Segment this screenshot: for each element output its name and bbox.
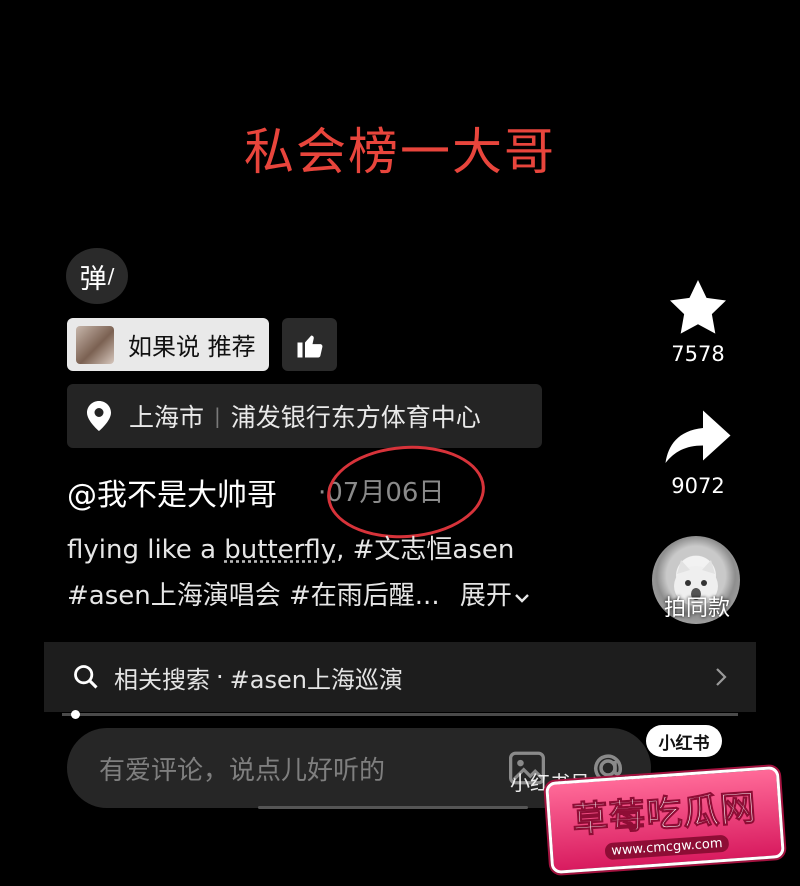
site-watermark-name: 草莓吃瓜网 bbox=[570, 787, 759, 842]
share-count: 9072 bbox=[671, 474, 725, 498]
chevron-right-icon bbox=[716, 668, 727, 686]
location-chip[interactable]: 上海市 | 浦发银行东方体育中心 bbox=[67, 384, 542, 448]
post-description-line1: flying like a butterfly, #文志恒asen bbox=[67, 529, 514, 566]
location-place: 浦发银行东方体育中心 bbox=[230, 403, 481, 432]
xiaohongshu-badge: 小红书 bbox=[646, 725, 722, 757]
favorite-count: 7578 bbox=[671, 342, 725, 366]
home-indicator bbox=[258, 806, 528, 809]
thumbs-up-button[interactable] bbox=[282, 318, 337, 371]
desc-hashtag[interactable]: , #文志恒asen bbox=[336, 535, 514, 565]
related-search-bar[interactable]: 相关搜索 · #asen上海巡演 bbox=[44, 642, 756, 712]
share-arrow-icon bbox=[665, 410, 731, 463]
related-search-query: #asen上海巡演 bbox=[229, 665, 403, 694]
post-description-line2: #asen上海演唱会 #在雨后醒... 展开 bbox=[67, 575, 530, 612]
desc-hashtags[interactable]: #asen上海演唱会 #在雨后醒... bbox=[67, 581, 440, 611]
search-icon bbox=[74, 665, 98, 689]
avatar bbox=[76, 325, 114, 364]
danmaku-toggle-button[interactable]: 弹 / bbox=[66, 248, 128, 304]
location-pin-icon bbox=[87, 401, 111, 431]
progress-handle[interactable] bbox=[71, 710, 81, 719]
headline-caption: 私会榜一大哥 bbox=[244, 123, 556, 181]
thumbs-up-icon bbox=[297, 335, 322, 357]
recommend-label: 如果说 推荐 bbox=[128, 333, 256, 361]
location-city: 上海市 bbox=[129, 403, 205, 432]
related-search-dot: · bbox=[216, 663, 224, 691]
video-progress-bar[interactable] bbox=[62, 713, 738, 716]
desc-link[interactable]: butterfly bbox=[224, 535, 336, 565]
star-icon bbox=[670, 280, 726, 334]
comment-placeholder: 有爱评论，说点儿好听的 bbox=[99, 755, 386, 786]
share-button[interactable]: 9072 bbox=[660, 408, 736, 498]
author-name[interactable]: @我不是大帅哥 bbox=[67, 470, 277, 514]
related-search-prefix: 相关搜索 bbox=[114, 665, 210, 694]
desc-text: flying like a bbox=[67, 535, 225, 565]
location-separator: | bbox=[214, 404, 221, 428]
same-style-label[interactable]: 拍同款 bbox=[652, 590, 742, 622]
expand-label: 展开 bbox=[459, 581, 512, 611]
expand-button[interactable]: 展开 bbox=[460, 581, 530, 611]
danmaku-label: 弹 bbox=[79, 263, 107, 295]
slash-icon: / bbox=[107, 264, 115, 288]
site-watermark-logo: 草莓吃瓜网 www.cmcgw.com bbox=[545, 765, 785, 875]
recommend-chip[interactable]: 如果说 推荐 bbox=[67, 318, 269, 371]
favorite-button[interactable]: 7578 bbox=[660, 276, 736, 366]
annotation-circle bbox=[323, 440, 489, 544]
chevron-down-icon bbox=[515, 594, 529, 603]
